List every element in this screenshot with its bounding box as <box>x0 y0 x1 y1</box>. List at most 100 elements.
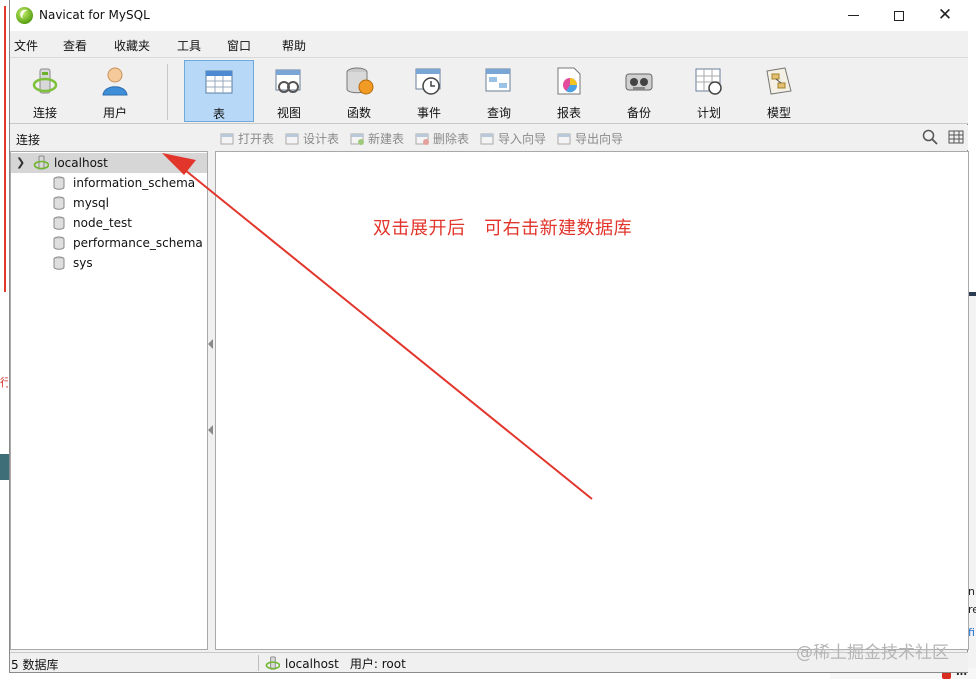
table-icon <box>205 70 233 94</box>
object-list-panel[interactable]: 双击展开后 可右击新建数据库 <box>215 151 969 650</box>
maximize-icon <box>894 10 904 21</box>
tree-connection-label: localhost <box>54 156 108 170</box>
database-icon <box>53 196 65 210</box>
background-right-block <box>968 292 976 674</box>
open-table-button[interactable]: 打开表 <box>220 130 274 147</box>
menu-favorites[interactable]: 收藏夹 <box>114 37 150 54</box>
minimize-button[interactable] <box>830 0 876 31</box>
database-icon <box>53 256 65 270</box>
tree-database-label: sys <box>73 256 93 270</box>
open-table-icon <box>220 133 234 144</box>
toolbar-label: 备份 <box>626 106 651 120</box>
annotation-text: 双击展开后 可右击新建数据库 <box>373 218 633 239</box>
new-table-button[interactable]: 新建表 <box>350 130 404 147</box>
model-icon <box>766 67 792 95</box>
delete-table-icon <box>415 133 429 145</box>
connection-icon <box>32 68 58 94</box>
user-icon <box>102 67 128 96</box>
function-icon <box>346 67 374 95</box>
menu-view[interactable]: 查看 <box>63 37 87 54</box>
import-wizard-button[interactable]: 导入向导 <box>480 130 546 147</box>
toolbar-connection-button[interactable]: 连接 <box>10 60 80 122</box>
database-count: 5 数据库 <box>11 658 59 672</box>
toolbar-report-button[interactable]: 报表 <box>534 60 604 122</box>
navicat-logo-icon <box>16 7 33 24</box>
database-icon <box>53 236 65 250</box>
toolbar-label: 连接 <box>32 106 57 120</box>
tree-database-item[interactable]: sys <box>11 253 207 273</box>
toolbar-label: 查询 <box>486 106 511 120</box>
new-table-icon <box>350 133 364 145</box>
toolbar-schedule-button[interactable]: 计划 <box>674 60 744 122</box>
status-divider <box>258 655 259 671</box>
design-table-icon <box>285 133 299 144</box>
toolbar-label: 事件 <box>416 106 441 120</box>
design-table-button[interactable]: 设计表 <box>285 130 339 147</box>
toolbar-label: 报表 <box>556 106 581 120</box>
maximize-button[interactable] <box>876 0 922 31</box>
background-right-strip: n re fi <box>968 0 976 679</box>
toolbar-label: 表 <box>212 107 225 121</box>
background-text: re <box>968 603 976 616</box>
tree-database-item[interactable]: mysql <box>11 193 207 213</box>
toolbar-label: 视图 <box>276 106 301 120</box>
collapse-left-icon[interactable] <box>208 425 213 435</box>
toolbar-label: 函数 <box>346 106 371 120</box>
grid-view-icon[interactable] <box>948 129 964 145</box>
query-icon <box>485 68 511 92</box>
toolbar-query-button[interactable]: 查询 <box>464 60 534 122</box>
delete-table-button[interactable]: 删除表 <box>415 130 469 147</box>
toolbar-model-button[interactable]: 模型 <box>744 60 814 122</box>
status-connection: localhost 用户: root <box>265 655 406 672</box>
menu-file[interactable]: 文件 <box>14 37 38 54</box>
tree-connection-localhost[interactable]: ❯ localhost <box>11 153 207 173</box>
connection-icon <box>265 656 280 670</box>
toolbar-table-button[interactable]: 表 <box>184 60 254 122</box>
tree-database-item[interactable]: node_test <box>11 213 207 233</box>
chevron-down-icon[interactable]: ❯ <box>16 156 25 169</box>
import-wizard-label: 导入向导 <box>498 132 547 146</box>
connection-pane-label: 连接 <box>16 133 41 147</box>
toolbar-event-button[interactable]: 事件 <box>394 60 464 122</box>
toolbar-function-button[interactable]: 函数 <box>324 60 394 122</box>
report-icon <box>557 67 581 95</box>
view-icon <box>275 69 301 93</box>
tree-database-label: performance_schema <box>73 236 203 250</box>
minimize-icon <box>847 15 859 16</box>
toolbar-backup-button[interactable]: 备份 <box>604 60 674 122</box>
database-icon <box>53 176 65 190</box>
background-left-strip: 行 <box>0 0 9 679</box>
toolbar-label: 用户 <box>102 106 127 120</box>
background-teal-block <box>0 454 9 480</box>
tree-database-item[interactable]: information_schema <box>11 173 207 193</box>
panel-splitter[interactable] <box>208 151 214 650</box>
main-toolbar: 连接 用户 表 视图 函数 事件 查询 报表 备份 计划 模型 <box>10 58 968 124</box>
background-red-line <box>4 6 6 292</box>
export-wizard-label: 导出向导 <box>575 132 624 146</box>
export-wizard-icon <box>557 133 571 144</box>
menu-help[interactable]: 帮助 <box>282 37 306 54</box>
collapse-left-icon[interactable] <box>208 339 213 349</box>
search-icon[interactable] <box>922 129 938 145</box>
tree-database-item[interactable]: performance_schema <box>11 233 207 253</box>
title-bar[interactable]: Navicat for MySQL ✕ <box>10 0 968 31</box>
background-text: fi <box>968 626 975 639</box>
toolbar-separator <box>167 64 168 120</box>
window-title: Navicat for MySQL <box>39 8 150 22</box>
tree-database-label: node_test <box>73 216 132 230</box>
background-right-bar <box>968 292 976 296</box>
toolbar-label: 模型 <box>766 106 791 120</box>
menu-tools[interactable]: 工具 <box>177 37 201 54</box>
export-wizard-button[interactable]: 导出向导 <box>557 130 623 147</box>
menu-bar: 文件 查看 收藏夹 工具 窗口 帮助 <box>10 31 968 58</box>
status-user: 用户: root <box>349 657 406 671</box>
backup-icon <box>625 73 653 91</box>
toolbar-user-button[interactable]: 用户 <box>80 60 150 122</box>
background-text: n <box>968 585 975 598</box>
import-wizard-icon <box>480 133 494 144</box>
menu-window[interactable]: 窗口 <box>227 37 251 54</box>
watermark: @稀土掘金技术社区 <box>796 643 949 663</box>
object-toolbar: 连接 打开表 设计表 新建表 删除表 导入向导 导出向导 <box>10 125 968 150</box>
close-button[interactable]: ✕ <box>922 0 968 31</box>
toolbar-view-button[interactable]: 视图 <box>254 60 324 122</box>
